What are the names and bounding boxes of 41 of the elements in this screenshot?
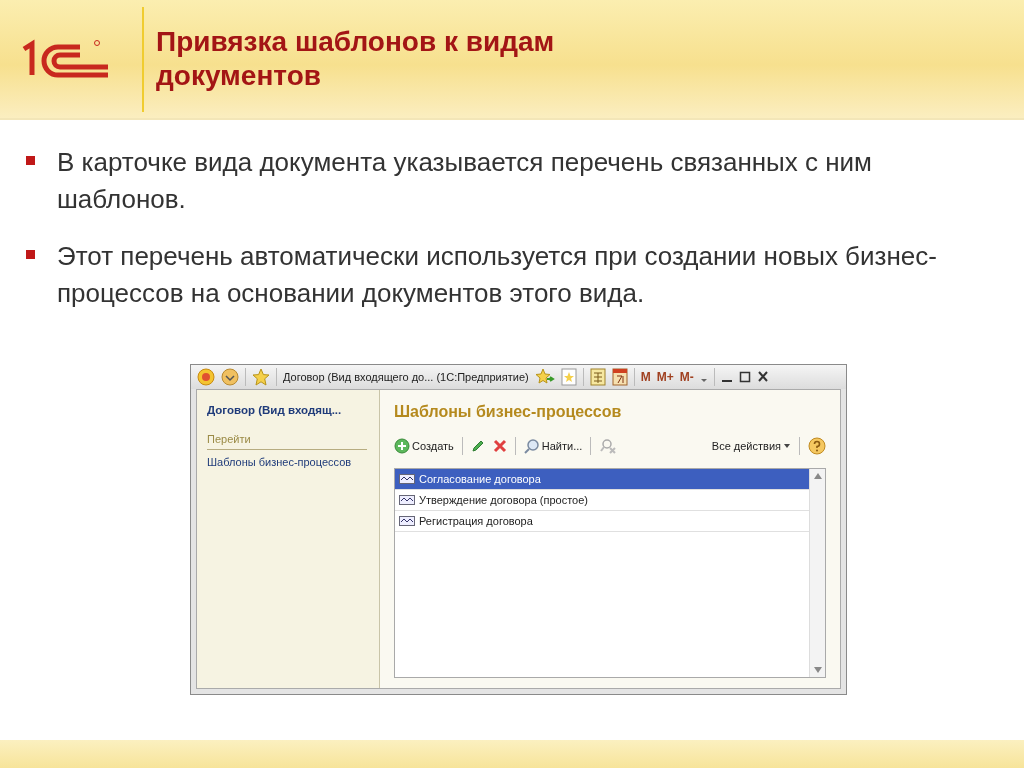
all-actions-menu[interactable]: Все действия (711, 437, 791, 455)
find-button[interactable]: Найти... (523, 437, 583, 455)
scrollbar[interactable] (809, 469, 825, 677)
list-row[interactable]: Согласование договора (395, 469, 809, 490)
search-cancel-icon[interactable] (599, 438, 618, 454)
create-button[interactable]: Создать (394, 437, 454, 455)
scroll-up-icon[interactable] (812, 472, 823, 480)
bullet-icon (26, 250, 35, 259)
bullet-text: Этот перечень автоматически используется при создании новых бизнес-процессов на основании документов этого вида. (57, 240, 938, 310)
help-icon[interactable] (808, 437, 826, 455)
sidebar-title: Договор (Вид входящ... (207, 403, 343, 418)
star-icon[interactable] (252, 368, 270, 386)
app-logo-icon[interactable] (197, 368, 215, 386)
search-icon (523, 438, 540, 454)
caret-icon (783, 442, 791, 450)
section-label: Перейти (207, 431, 367, 450)
delete-icon[interactable] (492, 439, 507, 453)
list-row[interactable]: Регистрация договора (395, 511, 809, 532)
memory-button[interactable]: M (640, 368, 651, 386)
process-icon (399, 495, 415, 505)
bullet-icon (26, 156, 35, 165)
plus-icon (394, 438, 410, 454)
pencil-icon[interactable] (470, 439, 485, 453)
memory-button[interactable]: M- (679, 368, 694, 386)
process-icon (399, 474, 415, 484)
list-row[interactable]: Утверждение договора (простое) (395, 490, 809, 511)
bullet-text: В карточке вида документа указывается перечень связанных с ним шаблонов. (57, 146, 873, 216)
slide-title: Привязка шаблонов к видам документов (156, 25, 556, 93)
star-arrow-icon[interactable] (534, 368, 555, 386)
calculator-icon[interactable] (589, 368, 606, 386)
row-label: Утверждение договора (простое) (419, 492, 588, 508)
window-title: Договор (Вид входящего до... (1С:Предприятие) (283, 369, 529, 385)
sidebar-link[interactable]: Шаблоны бизнес-процессов (207, 453, 369, 471)
row-label: Регистрация договора (419, 513, 533, 529)
calendar-icon[interactable] (611, 368, 628, 386)
process-icon (399, 516, 415, 526)
panel-title: Шаблоны бизнес-процессов (394, 402, 623, 422)
scroll-down-icon[interactable] (812, 666, 823, 674)
memory-button[interactable]: M+ (656, 368, 674, 386)
row-label: Согласование договора (419, 471, 541, 487)
menu-circle-icon[interactable] (221, 368, 239, 386)
